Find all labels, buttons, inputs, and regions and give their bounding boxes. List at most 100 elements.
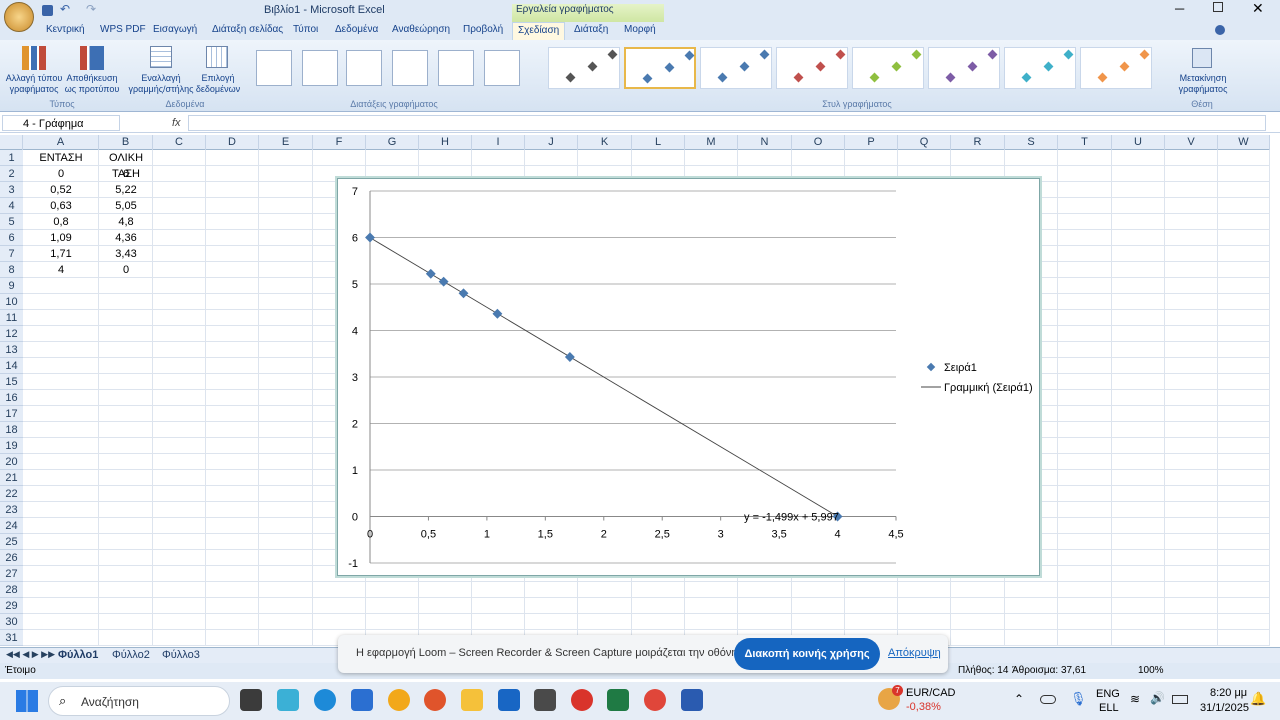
column-header-P[interactable]: P [845, 135, 898, 150]
row-header-3[interactable]: 3 [0, 182, 23, 198]
tab-page-layout[interactable]: Διάταξη σελίδας [212, 24, 283, 35]
row-header-13[interactable]: 13 [0, 342, 23, 358]
help-icon[interactable] [1215, 25, 1225, 35]
ticker-name[interactable]: EUR/CAD [906, 687, 956, 699]
column-header-H[interactable]: H [419, 135, 472, 150]
stop-sharing-button[interactable]: Διακοπή κοινής χρήσης [734, 638, 880, 670]
layouts-gallery[interactable] [252, 46, 536, 92]
widgets-icon[interactable] [277, 689, 299, 711]
undo-icon[interactable]: ↶ [60, 2, 70, 16]
column-header-T[interactable]: T [1058, 135, 1112, 150]
cell-A6[interactable]: 1,09 [23, 230, 99, 246]
tab-design[interactable]: Σχεδίαση [512, 22, 566, 40]
chevron-up-icon[interactable]: ⌃ [1014, 692, 1024, 706]
row-header-12[interactable]: 12 [0, 326, 23, 342]
column-header-L[interactable]: L [632, 135, 685, 150]
first-sheet-icon[interactable]: ◀◀ ◀ ▶ ▶▶ [6, 649, 55, 660]
lang-eng[interactable]: ENG [1096, 688, 1120, 700]
chart-object[interactable]: -1 0 1 2 3 4 5 6 7 0 0,5 1 1,5 2 2,5 3 3,5 4 4,5 y = -1,499… [335, 176, 1042, 578]
cell-A2[interactable]: 0 [23, 166, 99, 182]
edge-icon[interactable] [314, 689, 336, 711]
tab-review[interactable]: Αναθεώρηση [392, 24, 450, 35]
row-header-8[interactable]: 8 [0, 262, 23, 278]
chart-style-6[interactable] [928, 47, 1000, 89]
cell-A3[interactable]: 0,52 [23, 182, 99, 198]
tab-wps-pdf[interactable]: WPS PDF [100, 24, 146, 35]
move-chart-button[interactable]: Μετακίνηση γραφήματος [1174, 73, 1232, 95]
zoom-level[interactable]: 100% [1138, 665, 1164, 676]
clock-date[interactable]: 31/1/2025 [1200, 702, 1249, 714]
chart-style-3[interactable] [700, 47, 772, 89]
cell-B8[interactable]: 0 [99, 262, 153, 278]
change-chart-type-button[interactable]: Αλλαγή τύπου γραφήματος [4, 73, 64, 95]
column-header-B[interactable]: B [99, 135, 153, 150]
battery-icon[interactable] [1172, 695, 1188, 704]
tab-view[interactable]: Προβολή [463, 24, 503, 35]
chart-style-7[interactable] [1004, 47, 1076, 89]
row-header-28[interactable]: 28 [0, 582, 23, 598]
explorer-icon[interactable] [461, 689, 483, 711]
cell-B7[interactable]: 3,43 [99, 246, 153, 262]
cell-A8[interactable]: 4 [23, 262, 99, 278]
cell-A4[interactable]: 0,63 [23, 198, 99, 214]
notification-bell-icon[interactable]: 🔔 [1250, 691, 1266, 707]
column-header-M[interactable]: M [685, 135, 738, 150]
move-chart-icon[interactable] [1192, 48, 1212, 68]
layout-5[interactable] [438, 50, 474, 86]
row-header-29[interactable]: 29 [0, 598, 23, 614]
fx-button[interactable]: fx [172, 117, 181, 129]
tab-formulas[interactable]: Τύποι [293, 24, 318, 35]
canary-icon[interactable] [388, 689, 410, 711]
layout-2[interactable] [302, 50, 338, 86]
switch-row-column-button[interactable]: Εναλλαγή γραμμής/στήλης [126, 73, 196, 95]
column-header-F[interactable]: F [313, 135, 366, 150]
sheet-tab-1[interactable]: Φύλλο1 [58, 649, 98, 661]
maximize-button[interactable] [1213, 2, 1223, 12]
cell-A7[interactable]: 1,71 [23, 246, 99, 262]
save-as-template-button[interactable]: Αποθήκευση ως προτύπου [64, 73, 120, 95]
row-header-21[interactable]: 21 [0, 470, 23, 486]
column-header-Q[interactable]: Q [898, 135, 951, 150]
tab-layout[interactable]: Διάταξη [574, 24, 608, 35]
row-header-16[interactable]: 16 [0, 390, 23, 406]
column-header-K[interactable]: K [578, 135, 632, 150]
tab-home[interactable]: Κεντρική [46, 24, 85, 35]
column-header-A[interactable]: A [23, 135, 99, 150]
select-data-button[interactable]: Επιλογή δεδομένων [192, 73, 244, 95]
cell-B2[interactable]: 6 [99, 166, 153, 182]
column-header-W[interactable]: W [1218, 135, 1270, 150]
tab-data[interactable]: Δεδομένα [335, 24, 378, 35]
redo-icon[interactable]: ↷ [86, 2, 96, 16]
row-header-19[interactable]: 19 [0, 438, 23, 454]
row-header-18[interactable]: 18 [0, 422, 23, 438]
formula-input[interactable] [188, 115, 1266, 131]
sheet-tab-3[interactable]: Φύλλο3 [162, 649, 200, 661]
row-header-9[interactable]: 9 [0, 278, 23, 294]
clock-time[interactable]: 8:20 μμ [1210, 687, 1247, 699]
lang-ell[interactable]: ELL [1099, 702, 1119, 714]
wps-icon[interactable] [571, 689, 593, 711]
chart-style-2[interactable] [624, 47, 696, 89]
store-icon[interactable] [351, 689, 373, 711]
volume-icon[interactable]: 🔊 [1150, 691, 1165, 705]
row-header-27[interactable]: 27 [0, 566, 23, 582]
column-header-V[interactable]: V [1165, 135, 1218, 150]
row-header-24[interactable]: 24 [0, 518, 23, 534]
row-header-1[interactable]: 1 [0, 150, 23, 166]
cell-A5[interactable]: 0,8 [23, 214, 99, 230]
row-header-5[interactable]: 5 [0, 214, 23, 230]
column-header-U[interactable]: U [1112, 135, 1165, 150]
layout-1[interactable] [256, 50, 292, 86]
layout-4[interactable] [392, 50, 428, 86]
word-icon[interactable] [681, 689, 703, 711]
wifi-icon[interactable]: ≋ [1130, 692, 1140, 706]
switch-row-column-icon[interactable] [150, 46, 172, 68]
layout-6[interactable] [484, 50, 520, 86]
column-header-J[interactable]: J [525, 135, 578, 150]
layout-3[interactable] [346, 50, 382, 86]
office-button[interactable] [4, 2, 34, 32]
row-header-11[interactable]: 11 [0, 310, 23, 326]
cell-B3[interactable]: 5,22 [99, 182, 153, 198]
select-data-icon[interactable] [206, 46, 228, 68]
chart-style-1[interactable] [548, 47, 620, 89]
